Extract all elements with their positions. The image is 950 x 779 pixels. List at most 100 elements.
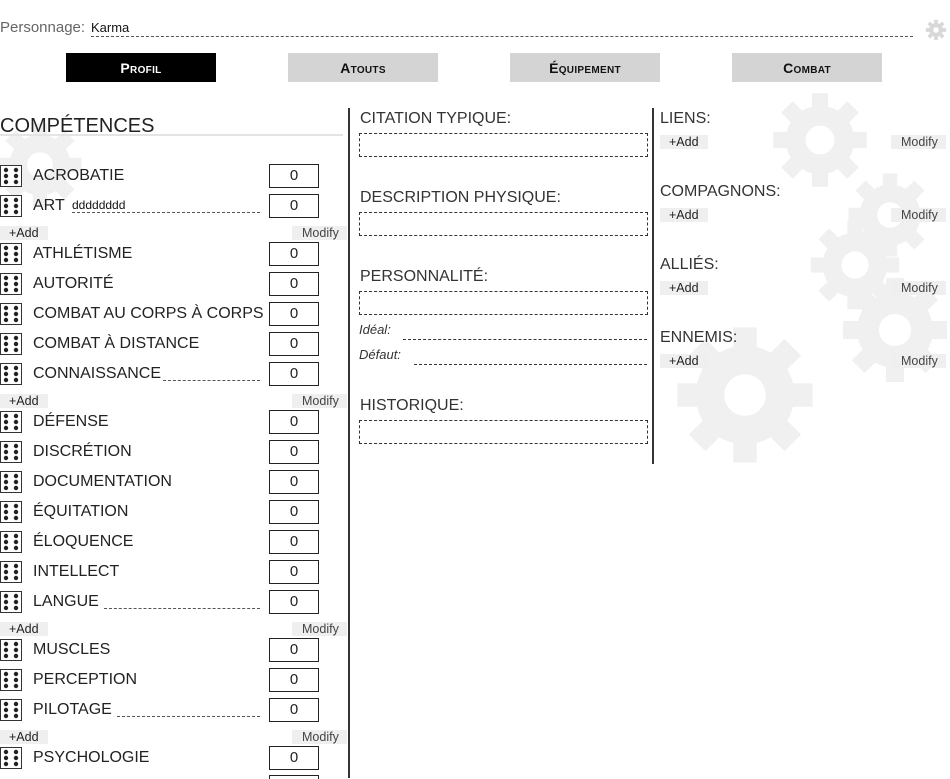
tab-equipement[interactable]: Équipement — [510, 53, 660, 82]
skill-row: DOCUMENTATION 0 — [0, 470, 345, 496]
add-allie-button[interactable]: +Add — [660, 281, 708, 295]
skill-value-input[interactable]: 0 — [269, 470, 319, 494]
dice-icon[interactable] — [0, 561, 22, 583]
modify-langue-button[interactable]: Modify — [292, 622, 347, 636]
skill-value-input[interactable]: 0 — [269, 668, 319, 692]
skill-name: CONNAISSANCE — [33, 365, 162, 382]
historique-field[interactable] — [359, 420, 648, 444]
skill-row: COMBAT À DISTANCE 0 — [0, 332, 345, 358]
dice-icon[interactable] — [0, 441, 22, 463]
skill-value-input[interactable]: 0 — [269, 638, 319, 662]
add-lien-button[interactable]: +Add — [660, 135, 708, 149]
skill-value-input[interactable]: 0 — [269, 530, 319, 554]
modify-allies-button[interactable]: Modify — [891, 281, 946, 295]
modify-compagnons-button[interactable]: Modify — [891, 208, 946, 222]
modify-pilotage-button[interactable]: Modify — [292, 730, 347, 744]
skill-value-input[interactable]: 0 — [269, 164, 319, 188]
add-connaissance-button[interactable]: +Add — [0, 394, 48, 408]
modify-ennemis-button[interactable]: Modify — [891, 354, 946, 368]
skill-row: INTELLECT 0 — [0, 560, 345, 586]
description-label: DESCRIPTION PHYSIQUE: — [360, 189, 561, 206]
skill-specialty-field[interactable] — [104, 590, 260, 609]
dice-icon[interactable] — [0, 501, 22, 523]
dice-icon[interactable] — [0, 165, 22, 187]
skill-name: DISCRÉTION — [33, 443, 132, 460]
skill-value-input[interactable]: 0 — [269, 590, 319, 614]
liens-label: LIENS: — [660, 110, 711, 127]
next-skill-value-partial — [269, 775, 319, 779]
add-ennemi-button[interactable]: +Add — [660, 354, 708, 368]
skill-name: ART — [33, 197, 65, 214]
dice-icon[interactable] — [0, 363, 22, 385]
dice-icon[interactable] — [0, 411, 22, 433]
skill-row: PILOTAGE 0 — [0, 698, 345, 724]
skill-row: MUSCLES 0 — [0, 638, 345, 664]
skill-value-input[interactable]: 0 — [269, 194, 319, 218]
skill-row: LANGUE 0 — [0, 590, 345, 616]
character-name-field[interactable]: Karma — [91, 20, 913, 37]
skill-name: MUSCLES — [33, 641, 111, 658]
defaut-field[interactable] — [414, 352, 647, 365]
skill-row: AUTORITÉ 0 — [0, 272, 345, 298]
skill-value-input[interactable]: 0 — [269, 440, 319, 464]
dice-icon[interactable] — [0, 747, 22, 769]
personnalite-field[interactable] — [359, 291, 648, 315]
modify-liens-button[interactable]: Modify — [891, 135, 946, 149]
skill-value-input[interactable]: 0 — [269, 746, 319, 770]
skill-value-input[interactable]: 0 — [269, 560, 319, 584]
skill-value-input[interactable]: 0 — [269, 242, 319, 266]
skill-row: DISCRÉTION 0 — [0, 440, 345, 466]
skill-specialty-field[interactable]: dddddddd — [72, 194, 260, 213]
skill-name: ÉQUITATION — [33, 503, 129, 520]
skill-value-input[interactable]: 0 — [269, 272, 319, 296]
skill-value-input[interactable]: 0 — [269, 302, 319, 326]
dice-icon[interactable] — [0, 195, 22, 217]
skill-value-input[interactable]: 0 — [269, 500, 319, 524]
skill-specialty-field[interactable] — [163, 362, 260, 381]
skill-value-input[interactable]: 0 — [269, 698, 319, 722]
skill-value-input[interactable]: 0 — [269, 410, 319, 434]
citation-label: CITATION TYPIQUE: — [360, 110, 512, 127]
skill-value-input[interactable]: 0 — [269, 332, 319, 356]
dice-icon[interactable] — [0, 639, 22, 661]
dice-icon[interactable] — [0, 243, 22, 265]
dice-icon[interactable] — [0, 669, 22, 691]
dice-icon[interactable] — [0, 471, 22, 493]
modify-art-button[interactable]: Modify — [292, 226, 347, 240]
skill-row: PERCEPTION 0 — [0, 668, 345, 694]
skill-name: COMBAT AU CORPS À CORPS — [33, 305, 264, 322]
add-compagnon-button[interactable]: +Add — [660, 208, 708, 222]
tab-profil[interactable]: Profil — [66, 53, 216, 82]
tab-combat[interactable]: Combat — [732, 53, 882, 82]
dice-icon[interactable] — [0, 303, 22, 325]
dice-icon[interactable] — [0, 531, 22, 553]
dice-icon[interactable] — [0, 591, 22, 613]
skill-name: LANGUE — [33, 593, 99, 610]
ideal-field[interactable] — [403, 327, 647, 340]
character-label: Personnage: — [0, 19, 86, 36]
skill-name: COMBAT À DISTANCE — [33, 335, 200, 352]
citation-field[interactable] — [359, 133, 648, 157]
compagnons-label: COMPAGNONS: — [660, 183, 781, 200]
modify-connaissance-button[interactable]: Modify — [292, 394, 347, 408]
gear-icon[interactable] — [924, 18, 948, 42]
add-art-button[interactable]: +Add — [0, 226, 48, 240]
description-field[interactable] — [359, 212, 648, 236]
add-langue-button[interactable]: +Add — [0, 622, 48, 636]
dice-icon[interactable] — [0, 273, 22, 295]
skill-value-input[interactable]: 0 — [269, 362, 319, 386]
tab-atouts[interactable]: Atouts — [288, 53, 438, 82]
skill-name: PERCEPTION — [33, 671, 138, 688]
skill-row: DÉFENSE 0 — [0, 410, 345, 436]
skill-specialty-field[interactable] — [117, 698, 260, 717]
allies-label: ALLIÉS: — [660, 256, 719, 273]
add-pilotage-button[interactable]: +Add — [0, 730, 48, 744]
dice-icon[interactable] — [0, 699, 22, 721]
skill-row: PSYCHOLOGIE 0 — [0, 746, 345, 772]
historique-label: HISTORIQUE: — [360, 397, 464, 414]
skill-row: ACROBATIE 0 — [0, 164, 345, 190]
skill-row: CONNAISSANCE 0 — [0, 362, 345, 388]
dice-icon[interactable] — [0, 333, 22, 355]
skill-row: ATHLÉTISME 0 — [0, 242, 345, 268]
skill-name: ACROBATIE — [33, 167, 125, 184]
